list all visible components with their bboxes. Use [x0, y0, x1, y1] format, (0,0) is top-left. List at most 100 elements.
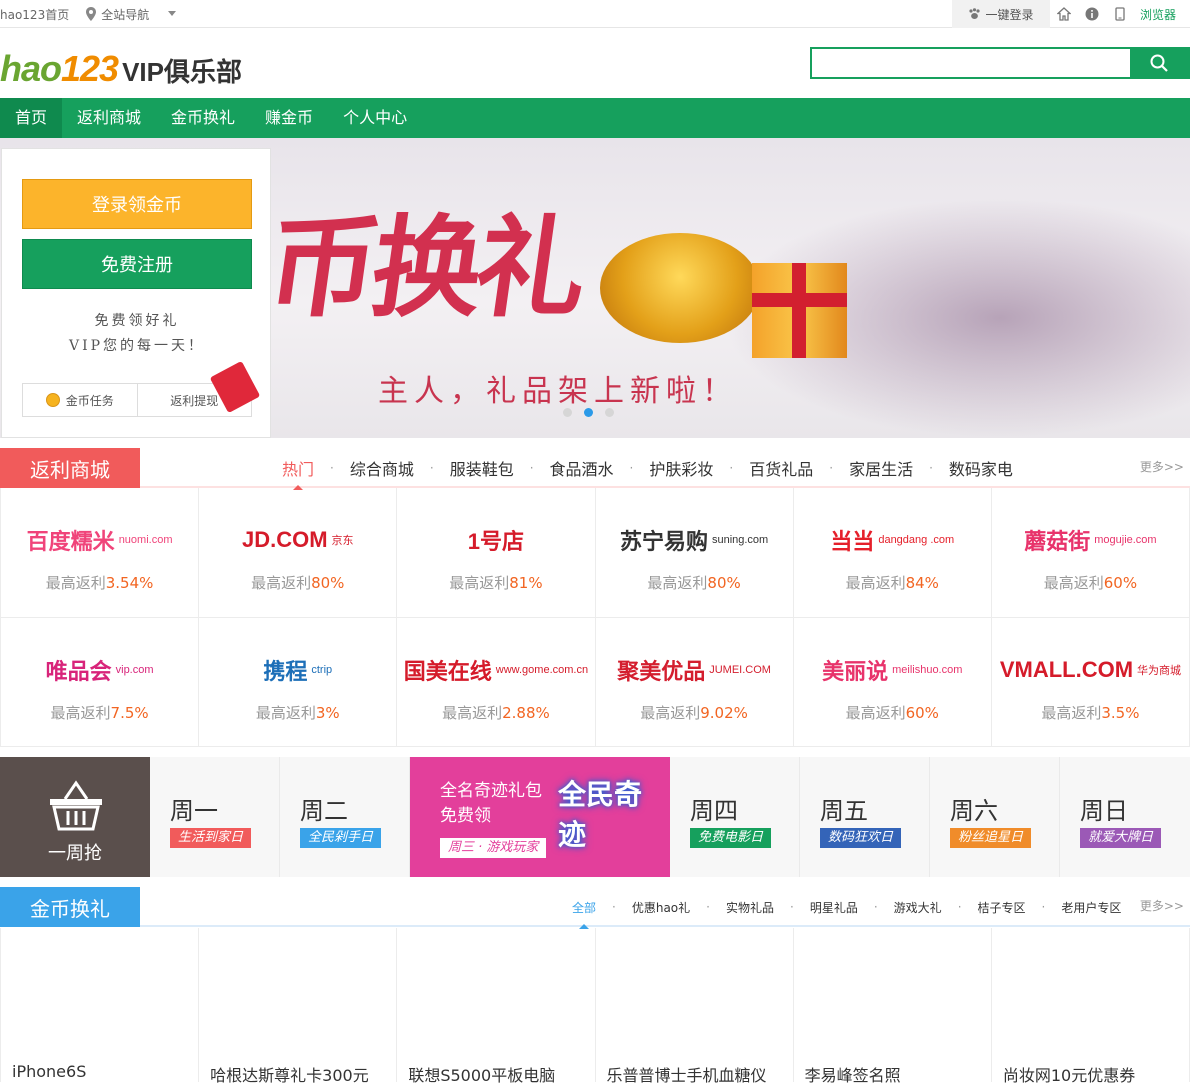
store-subtitle: JUMEI.COM — [709, 663, 771, 676]
tab-gifts[interactable]: 百货礼品 — [733, 448, 829, 488]
nav-gold-exchange[interactable]: 金币换礼 — [156, 98, 250, 138]
day-tuesday[interactable]: 周二 全民剁手日 — [280, 757, 410, 877]
carousel-dot[interactable] — [605, 408, 614, 417]
tab-food[interactable]: 食品酒水 — [534, 448, 630, 488]
mobile-shortcut[interactable] — [1106, 0, 1134, 28]
store-card[interactable]: 美丽说 meilishuo.com 最高返利60% — [793, 617, 992, 747]
site-nav-dropdown[interactable]: 全站导航 — [85, 6, 177, 23]
day-tag: 粉丝追星日 — [950, 828, 1032, 848]
store-card[interactable]: 聚美优品 JUMEI.COM 最高返利9.02% — [595, 617, 794, 747]
tab-hot[interactable]: 热门 — [266, 448, 330, 490]
wednesday-promo[interactable]: 全名奇迹礼包 免费领 周三 · 游戏玩家 全民奇迹 — [410, 757, 670, 877]
store-card[interactable]: 唯品会 vip.com 最高返利7.5% — [1, 617, 200, 747]
tab-all[interactable]: 全部 — [556, 887, 612, 929]
gift-name: 联想S5000平板电脑 — [408, 1066, 556, 1085]
rebate-prefix: 最高返利 — [255, 703, 316, 722]
store-name: 百度糯米 — [26, 529, 115, 554]
rebate-section-title: 返利商城 — [0, 448, 140, 488]
carousel-dots — [563, 408, 614, 417]
gold-section-header: 金币换礼 全部 · 优惠hao礼 · 实物礼品 · 明星礼品 · 游戏大礼 · 桔子专区 ·… — [0, 887, 1190, 929]
login-get-gold-button[interactable]: 登录领金币 — [22, 179, 252, 229]
day-sunday[interactable]: 周日 就爱大牌日 — [1060, 757, 1190, 877]
tab-cosmetics[interactable]: 护肤彩妆 — [633, 448, 729, 488]
gift-card[interactable]: iPhone6S — [1, 928, 200, 1082]
tab-clothing[interactable]: 服装鞋包 — [434, 448, 530, 488]
rebate-store-grid: 百度糯米 nuomi.com 最高返利3.54% JD.COM 京东 最高返利80% 1号店… — [0, 488, 1190, 747]
gold-task-link[interactable]: 金币任务 — [23, 384, 138, 416]
carousel-dot[interactable] — [563, 408, 572, 417]
store-name: 蘑菇街 — [1024, 529, 1091, 554]
store-rebate-rate: 最高返利81% — [397, 572, 594, 593]
login-slogan: 免费领好礼 VIP您的每一天！ — [2, 309, 272, 359]
store-logo: VMALL.COM 华为商城 — [992, 650, 1189, 690]
store-card[interactable]: JD.COM 京东 最高返利80% — [199, 488, 398, 618]
site-logo[interactable]: hao 123 VIP俱乐部 — [0, 48, 242, 89]
carousel-dot-active[interactable] — [584, 408, 593, 417]
gold-more-link[interactable]: 更多>> — [1140, 897, 1184, 914]
tab-physical-gifts[interactable]: 实物礼品 — [710, 887, 790, 927]
store-name: 1号店 — [467, 529, 525, 554]
rebate-value: 80% — [707, 574, 741, 592]
store-rebate-rate: 最高返利7.5% — [1, 702, 198, 723]
nav-rebate-mall[interactable]: 返利商城 — [62, 98, 156, 138]
store-name: 携程 — [263, 658, 308, 684]
nav-personal-center[interactable]: 个人中心 — [328, 98, 422, 138]
store-subtitle: suning.com — [711, 534, 769, 546]
store-card[interactable]: 苏宁易购 suning.com 最高返利80% — [595, 488, 794, 618]
rebate-more-link[interactable]: 更多>> — [1140, 458, 1184, 475]
home-link[interactable]: hao123首页 — [0, 6, 69, 23]
store-subtitle: 华为商城 — [1137, 664, 1182, 677]
gift-card[interactable]: 尚妆网10元优惠券 — [992, 928, 1190, 1085]
nav-earn-gold[interactable]: 赚金币 — [250, 98, 328, 138]
tab-game-gifts[interactable]: 游戏大礼 — [878, 887, 958, 927]
rebate-value: 3.54% — [105, 574, 154, 592]
day-friday[interactable]: 周五 数码狂欢日 — [800, 757, 930, 877]
rebate-value: 9.02% — [700, 703, 748, 722]
store-subtitle: mogujie.com — [1094, 534, 1157, 546]
search-input[interactable] — [812, 49, 1130, 77]
tab-old-user-zone[interactable]: 老用户专区 — [1045, 887, 1137, 927]
gift-card[interactable]: 联想S5000平板电脑 — [397, 928, 596, 1085]
tab-general-mall[interactable]: 综合商城 — [334, 448, 430, 488]
tab-orange-zone[interactable]: 桔子专区 — [962, 887, 1042, 927]
quick-login-button[interactable]: 一键登录 — [951, 0, 1050, 28]
logo-number: 123 — [61, 48, 119, 89]
day-monday[interactable]: 周一 生活到家日 — [150, 757, 280, 877]
tab-celebrity-gifts[interactable]: 明星礼品 — [794, 887, 874, 927]
store-card[interactable]: VMALL.COM 华为商城最高返利3.5% — [991, 617, 1190, 747]
store-rebate-rate: 最高返利3.54% — [1, 572, 198, 593]
store-logo: 百度糯米 nuomi.com — [1, 520, 198, 560]
store-subtitle: ctrip — [311, 663, 333, 676]
home-icon — [1056, 7, 1071, 21]
home-shortcut[interactable] — [1050, 0, 1078, 28]
weekly-deals-title-block[interactable]: 一周抢 — [0, 757, 150, 877]
nav-home[interactable]: 首页 — [0, 98, 63, 138]
tab-discount[interactable]: 优惠hao礼 — [616, 887, 706, 927]
store-rebate-rate: 最高返利2.88% — [397, 702, 594, 723]
store-rebate-rate: 最高返利3.5% — [992, 702, 1189, 723]
store-card[interactable]: 当当 dangdang .com 最高返利84% — [793, 488, 992, 618]
day-tag: 全民剁手日 — [300, 828, 382, 848]
gold-category-tabs: 全部 · 优惠hao礼 · 实物礼品 · 明星礼品 · 游戏大礼 · 桔子专区 · 老用户专… — [556, 887, 1137, 929]
gift-card[interactable]: 李易峰签名照 — [794, 928, 992, 1085]
promo-line-1: 全名奇迹礼包 — [440, 781, 542, 801]
day-thursday[interactable]: 周四 免费电影日 — [670, 757, 800, 877]
day-tag: 就爱大牌日 — [1080, 828, 1162, 848]
store-card[interactable]: 1号店最高返利81% — [397, 488, 596, 618]
store-card[interactable]: 国美在线 www.gome.com.cn 最高返利2.88% — [397, 617, 596, 747]
search-button[interactable] — [1130, 49, 1188, 77]
day-saturday[interactable]: 周六 粉丝追星日 — [930, 757, 1060, 877]
store-rebate-rate: 最高返利80% — [199, 572, 396, 593]
tab-home-living[interactable]: 家居生活 — [833, 448, 929, 488]
gift-card[interactable]: 哈根达斯尊礼卡300元 — [199, 928, 398, 1085]
store-card[interactable]: 蘑菇街 mogujie.com 最高返利60% — [991, 488, 1190, 618]
free-register-button[interactable]: 免费注册 — [22, 239, 252, 289]
rebate-value: 60% — [905, 703, 939, 722]
store-card[interactable]: 携程 ctrip 最高返利3% — [199, 617, 398, 747]
browser-link[interactable]: 浏览器 — [1134, 6, 1190, 23]
tab-digital[interactable]: 数码家电 — [933, 448, 1029, 488]
paw-icon — [969, 8, 981, 19]
info-shortcut[interactable] — [1078, 0, 1106, 28]
gift-card[interactable]: 乐普普博士手机血糖仪 — [596, 928, 794, 1085]
store-card[interactable]: 百度糯米 nuomi.com 最高返利3.54% — [1, 488, 200, 618]
